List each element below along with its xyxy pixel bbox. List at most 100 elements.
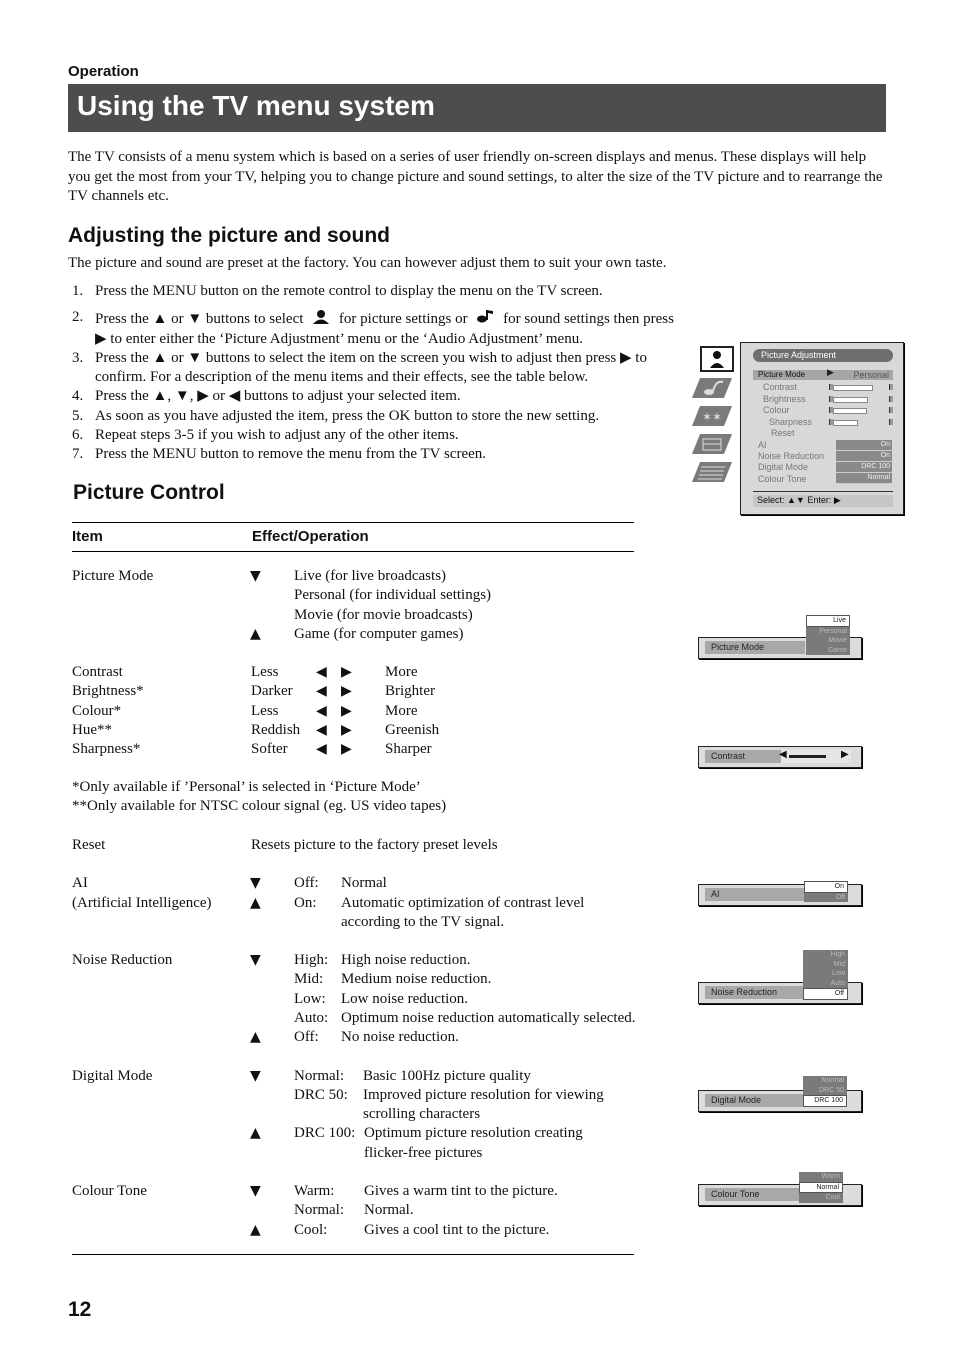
- tone-cool-value: Gives a cool tint to the picture.: [364, 1222, 550, 1238]
- tone-warm-key: Warm:: [294, 1183, 335, 1199]
- adjust-high: Sharper: [385, 741, 432, 758]
- sound-tab-icon: [692, 378, 732, 398]
- dropdown-noise: High Mid Low Auto Off: [803, 950, 848, 1000]
- step-7: 7. Press the MENU button to remove the me…: [72, 446, 487, 463]
- osd-menu-illustration: ✶✶ Picture Adjustment Picture Mode ▶ Per…: [690, 342, 904, 516]
- adjust-heading: Adjusting the picture and sound: [68, 224, 390, 247]
- footnote-ntsc: **Only available for NTSC colour signal …: [72, 798, 447, 814]
- noise-value: Low noise reduction.: [341, 990, 469, 1007]
- item-reset: Reset: [72, 837, 106, 853]
- right-arrow-icon: ▶: [341, 683, 352, 700]
- down-arrow-icon: ▼: [250, 952, 261, 968]
- reset-effect: Resets picture to the factory preset lev…: [251, 837, 498, 853]
- osd-slider-label: Sharpness: [769, 417, 813, 427]
- table-top-rule: [72, 522, 634, 523]
- up-arrow-icon: ▲: [250, 1125, 261, 1141]
- note-icon: [477, 310, 494, 323]
- table-bottom-rule: [72, 1254, 634, 1255]
- osd-slider-end-mark: [829, 384, 833, 390]
- dropdown-option: Movie: [828, 637, 847, 644]
- ai-on-key: On:: [294, 895, 317, 911]
- ai-off-key: Off:: [294, 875, 319, 891]
- up-arrow-icon: ▲: [250, 895, 261, 911]
- left-arrow-icon: ◀: [316, 664, 327, 680]
- step-6: 6. Repeat steps 3-5 if you wish to adjust…: [72, 427, 459, 444]
- adjust-low: Less: [251, 664, 279, 680]
- right-arrow-icon: ▶: [341, 664, 352, 680]
- footnote-personal: *Only available if ’Personal’ is selecte…: [72, 779, 421, 795]
- picture-tab-icon: [700, 346, 734, 372]
- noise-key: Mid:: [294, 971, 324, 988]
- digital-drc50-value-cont: scrolling characters: [363, 1106, 481, 1122]
- up-arrow-icon: ▲: [250, 1029, 261, 1045]
- picture-control-heading: Picture Control: [73, 481, 225, 504]
- digital-normal-key: Normal:: [294, 1068, 344, 1084]
- item-picture-mode: Picture Mode: [72, 568, 154, 584]
- tone-normal-key: Normal:: [294, 1202, 344, 1218]
- osd-label-digital: Digital Mode: [758, 462, 809, 472]
- adjust-item: Colour*: [72, 702, 122, 719]
- contrast-level-bar: [789, 755, 826, 758]
- noise-value: Medium noise reduction.: [341, 971, 492, 988]
- adjust-low: Reddish: [251, 721, 301, 738]
- dropdown-option: Normal: [821, 1077, 844, 1084]
- down-arrow-icon: ▼: [250, 875, 261, 891]
- noise-key: High:: [294, 952, 329, 968]
- ai-on-value-cont: according to the TV signal.: [341, 914, 505, 930]
- step-4: 4. Press the ▲, ▼, ▶ or ◀ buttons to adju…: [72, 388, 461, 405]
- page-title: Using the TV menu system: [77, 90, 435, 121]
- item-ai: AI: [72, 875, 88, 891]
- tone-cool-key: Cool:: [294, 1222, 328, 1238]
- osd-footer: Select: ▲▼ Enter: ▶: [753, 495, 893, 507]
- item-ai-full: (Artificial Intelligence): [72, 895, 212, 911]
- right-arrow-icon: ▶: [341, 721, 352, 738]
- adjust-lead: The picture and sound are preset at the …: [68, 255, 667, 271]
- step-5: 5. As soon as you have adjusted the item,…: [72, 407, 600, 424]
- adjust-item: Hue**: [72, 721, 112, 738]
- adjust-low: Darker: [251, 683, 293, 700]
- osd-slider-end-mark: [829, 419, 833, 425]
- osd-value-box: On On DRC 100 Normal: [836, 440, 892, 484]
- digital-drc50-key: DRC 50:: [294, 1087, 348, 1103]
- osd-slider-label: Brightness: [763, 394, 806, 404]
- step-1: 1. Press the MENU button on the remote co…: [72, 283, 603, 299]
- dropdown-option: On: [804, 881, 848, 893]
- step-3: 3. Press the ▲ or ▼ buttons to select the…: [72, 349, 647, 386]
- osd-slider-bar: [833, 397, 868, 403]
- noise-key: Off:: [294, 1029, 319, 1046]
- dropdown-option: Game: [827, 646, 847, 654]
- ai-on-value: Automatic optimization of contrast level: [341, 895, 585, 911]
- steps-list: 1. Press the MENU button on the remote co…: [68, 282, 680, 465]
- osd-slider-label: Colour: [763, 405, 790, 415]
- dropdown-option: Personal: [819, 627, 847, 635]
- dropdown-option: Warm: [821, 1173, 840, 1180]
- digital-normal-value: Basic 100Hz picture quality: [363, 1068, 531, 1084]
- osd-title: Picture Adjustment: [753, 349, 893, 362]
- noise-value: Optimum noise reduction automatically se…: [341, 1009, 636, 1026]
- adjust-low: Less: [251, 702, 279, 719]
- osd-slider-bar: [833, 420, 858, 426]
- digital-drc50-value: Improved picture resolution for viewing: [363, 1087, 604, 1103]
- osd-slider-end-mark: [889, 407, 893, 413]
- dropdown-tone: Warm Normal Cool: [799, 1172, 843, 1203]
- osd-label-ai: AI: [758, 440, 767, 450]
- digital-drc100-key: DRC 100:: [294, 1125, 356, 1141]
- dropdown-option: DRC 100: [803, 1095, 847, 1107]
- tone-normal-value: Normal.: [364, 1202, 414, 1218]
- adjust-high: Brighter: [385, 683, 435, 700]
- col-header-effect: Effect/Operation: [252, 528, 369, 545]
- left-arrow-icon: ◀: [779, 749, 787, 760]
- dropdown-option: Low: [832, 970, 845, 977]
- digital-drc100-value: Optimum picture resolution creating: [364, 1125, 583, 1141]
- setup-tab-icon: [692, 434, 732, 454]
- left-arrow-icon: ◀: [316, 721, 327, 738]
- picture-mode-options: Live (for live broadcasts) Personal (for…: [294, 568, 492, 642]
- up-arrow-icon: ▲: [250, 1222, 261, 1238]
- osd-label-noise: Noise Reduction: [758, 451, 825, 461]
- osd-slider-end-mark: [829, 396, 833, 402]
- teletext-tab-icon: [692, 462, 732, 482]
- adjust-item: Contrast: [72, 664, 123, 680]
- dropdown-option: High: [830, 951, 845, 958]
- adjust-item: Sharpness*: [72, 741, 141, 758]
- osd-reset: Reset: [771, 428, 795, 438]
